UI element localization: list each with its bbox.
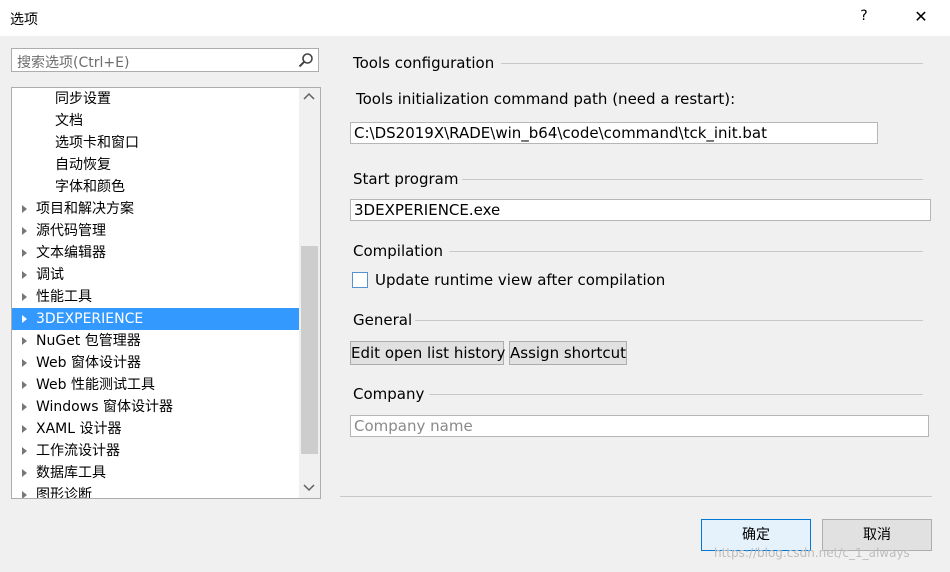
tree-item-label: 调试: [36, 267, 64, 283]
expand-arrow-icon[interactable]: [22, 491, 27, 498]
compilation-header: Compilation: [353, 242, 444, 260]
tree-item[interactable]: Windows 窗体设计器: [12, 396, 299, 418]
tree-item[interactable]: 调试: [12, 264, 299, 286]
tree-item[interactable]: 工作流设计器: [12, 440, 299, 462]
start-program-field[interactable]: 3DEXPERIENCE.exe: [350, 199, 931, 221]
tree-item-label: 同步设置: [55, 91, 111, 107]
footer-divider: [340, 496, 932, 497]
tree-item[interactable]: 性能工具: [12, 286, 299, 308]
watermark: https://blog.csdn.net/c_1_always: [714, 546, 910, 560]
tree-item[interactable]: 文本编辑器: [12, 242, 299, 264]
tree-item-label: 字体和颜色: [55, 179, 125, 195]
section-divider: [501, 63, 923, 64]
expand-arrow-icon[interactable]: [22, 359, 27, 367]
tree-scrollbar[interactable]: [299, 88, 320, 498]
start-program-header: Start program: [353, 170, 459, 188]
tree-item[interactable]: 3DEXPERIENCE: [12, 308, 299, 330]
search-placeholder: 搜索选项(Ctrl+E): [17, 55, 130, 71]
tree-item-label: 文档: [55, 113, 83, 129]
tree-item[interactable]: Web 性能测试工具: [12, 374, 299, 396]
section-divider: [449, 251, 923, 252]
expand-arrow-icon[interactable]: [22, 403, 27, 411]
tree-item[interactable]: 数据库工具: [12, 462, 299, 484]
tree-item-label: XAML 设计器: [36, 421, 122, 437]
search-input[interactable]: 搜索选项(Ctrl+E): [11, 48, 319, 72]
tree-item[interactable]: 同步设置: [12, 88, 299, 110]
company-header: Company: [353, 385, 425, 403]
expand-arrow-icon[interactable]: [22, 315, 27, 323]
tree-item-label: 性能工具: [36, 289, 92, 305]
tree-item[interactable]: 自动恢复: [12, 154, 299, 176]
section-divider: [462, 179, 923, 180]
tree-item[interactable]: 项目和解决方案: [12, 198, 299, 220]
expand-arrow-icon[interactable]: [22, 293, 27, 301]
scroll-down-icon[interactable]: [303, 482, 315, 492]
command-path-label: Tools initialization command path (need …: [356, 90, 736, 108]
options-tree[interactable]: 同步设置文档选项卡和窗口 自动恢复字体和颜色项目和解决方案 源代码管理文本编辑器调试…: [11, 87, 321, 499]
scroll-thumb[interactable]: [301, 246, 318, 454]
search-icon[interactable]: [298, 52, 314, 68]
tree-item[interactable]: Web 窗体设计器: [12, 352, 299, 374]
tree-item-label: NuGet 包管理器: [36, 333, 141, 349]
close-button[interactable]: ✕: [912, 7, 930, 26]
expand-arrow-icon[interactable]: [22, 469, 27, 477]
tree-item[interactable]: XAML 设计器: [12, 418, 299, 440]
expand-arrow-icon[interactable]: [22, 205, 27, 213]
command-path-field[interactable]: C:\DS2019X\RADE\win_b64\code\command\tck…: [350, 122, 878, 144]
update-runtime-checkbox[interactable]: [352, 272, 368, 288]
assign-shortcut-button[interactable]: Assign shortcut: [509, 341, 627, 365]
company-name-input[interactable]: Company name: [350, 415, 929, 437]
expand-arrow-icon[interactable]: [22, 227, 27, 235]
tree-item[interactable]: 文档: [12, 110, 299, 132]
tree-item-label: 自动恢复: [55, 157, 111, 173]
help-button[interactable]: ?: [856, 8, 872, 24]
tree-item-label: Web 性能测试工具: [36, 377, 155, 393]
section-divider: [415, 320, 923, 321]
expand-arrow-icon[interactable]: [22, 447, 27, 455]
tree-item-label: Web 窗体设计器: [36, 355, 141, 371]
update-runtime-label[interactable]: Update runtime view after compilation: [375, 271, 665, 289]
tree-item-label: 3DEXPERIENCE: [36, 311, 144, 327]
tree-item-label: 工作流设计器: [36, 443, 120, 459]
tree-item-label: 项目和解决方案: [36, 201, 134, 217]
tree-item[interactable]: NuGet 包管理器: [12, 330, 299, 352]
edit-open-list-history-button[interactable]: Edit open list history: [350, 341, 505, 365]
tree-item[interactable]: 字体和颜色: [12, 176, 299, 198]
tree-item-label: 文本编辑器: [36, 245, 106, 261]
tools-config-header: Tools configuration: [353, 54, 495, 72]
expand-arrow-icon[interactable]: [22, 249, 27, 257]
window-title: 选项: [10, 12, 38, 28]
tree-item-label: 源代码管理: [36, 223, 106, 239]
section-divider: [429, 394, 923, 395]
scroll-up-icon[interactable]: [303, 92, 315, 102]
tree-item[interactable]: 图形诊断: [12, 484, 299, 499]
tree-item-label: 选项卡和窗口: [55, 135, 139, 151]
expand-arrow-icon[interactable]: [22, 381, 27, 389]
expand-arrow-icon[interactable]: [22, 425, 27, 433]
tree-item-label: 图形诊断: [36, 487, 92, 499]
expand-arrow-icon[interactable]: [22, 337, 27, 345]
tree-item[interactable]: 源代码管理: [12, 220, 299, 242]
general-header: General: [353, 311, 413, 329]
expand-arrow-icon[interactable]: [22, 271, 27, 279]
title-bar: 选项 ? ✕: [0, 0, 950, 36]
tree-item[interactable]: 选项卡和窗口: [12, 132, 299, 154]
tree-item-label: 数据库工具: [36, 465, 106, 481]
tree-item-label: Windows 窗体设计器: [36, 399, 173, 415]
